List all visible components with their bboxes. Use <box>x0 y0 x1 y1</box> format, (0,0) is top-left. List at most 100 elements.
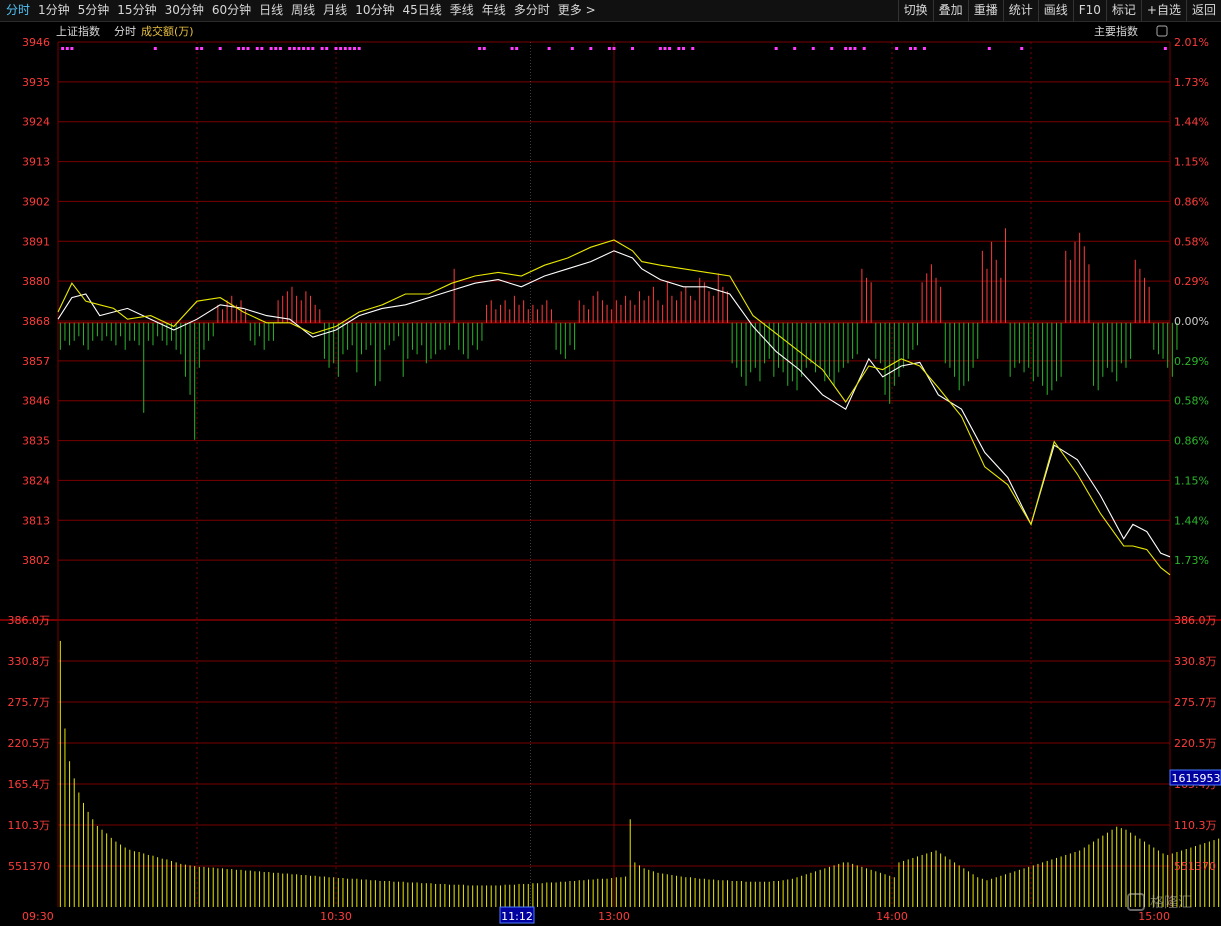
tool-button-4[interactable]: 画线 <box>1037 0 1073 21</box>
toggle-icon[interactable] <box>1156 25 1168 37</box>
signal-marker <box>631 47 635 50</box>
period-tab-14[interactable]: 更多 > <box>554 0 600 21</box>
period-tab-12[interactable]: 年线 <box>478 0 510 21</box>
time-tick: 10:30 <box>320 910 352 923</box>
signal-marker <box>663 47 667 50</box>
volume-tick-left: 165.4万 <box>8 778 51 791</box>
signal-marker <box>65 47 69 50</box>
signal-marker <box>589 47 593 50</box>
period-tab-6[interactable]: 日线 <box>255 0 287 21</box>
signal-marker <box>311 47 315 50</box>
signal-marker <box>774 47 778 50</box>
tool-button-3[interactable]: 统计 <box>1002 0 1038 21</box>
signal-marker <box>357 47 361 50</box>
period-tab-11[interactable]: 季线 <box>446 0 478 21</box>
signal-marker <box>793 47 797 50</box>
period-tab-2[interactable]: 5分钟 <box>74 0 114 21</box>
tool-button-8[interactable]: 返回 <box>1185 0 1221 21</box>
period-tab-3[interactable]: 15分钟 <box>113 0 160 21</box>
signal-marker <box>682 47 685 50</box>
tool-button-2[interactable]: 重播 <box>967 0 1003 21</box>
signal-marker <box>255 47 259 50</box>
signal-marker <box>677 47 681 50</box>
grid <box>0 41 1221 907</box>
tool-button-0[interactable]: 切换 <box>897 0 933 21</box>
signal-marker <box>153 47 157 50</box>
pct-tick-right: 2.01% <box>1174 36 1209 49</box>
pct-tick-right: 0.29% <box>1174 355 1209 368</box>
signal-marker <box>325 47 329 50</box>
signal-marker <box>853 47 857 50</box>
signal-marker <box>343 47 347 50</box>
tool-button-1[interactable]: 叠加 <box>932 0 968 21</box>
volume-tick-left: 386.0万 <box>8 614 51 627</box>
signal-marker <box>241 47 245 50</box>
signal-marker <box>478 47 482 50</box>
signal-marker <box>274 47 278 50</box>
price-tick-left: 3913 <box>22 156 50 169</box>
tool-button-7[interactable]: +自选 <box>1140 0 1186 21</box>
pct-tick-right: 0.00% <box>1174 315 1209 328</box>
signal-marker <box>306 47 310 50</box>
period-tab-10[interactable]: 45日线 <box>398 0 445 21</box>
volume-tick-right: 386.0万 <box>1174 614 1217 627</box>
indicator-label: 成交额(万) <box>141 24 194 38</box>
signal-marker <box>292 47 296 50</box>
signal-marker <box>515 47 519 50</box>
period-tab-13[interactable]: 多分时 <box>510 0 554 21</box>
tool-button-6[interactable]: 标记 <box>1105 0 1141 21</box>
signal-marker <box>1020 47 1024 50</box>
period-tab-8[interactable]: 月线 <box>319 0 351 21</box>
volume-tick-right: 330.8万 <box>1174 655 1217 668</box>
signal-marker <box>987 47 991 50</box>
signal-marker <box>691 47 695 50</box>
period-tab-4[interactable]: 30分钟 <box>161 0 208 21</box>
period-tabs: 分时 1分钟 5分钟 15分钟 30分钟 60分钟 日线 周线 月线 10分钟 45日线 季线 年线 多分… <box>2 0 600 21</box>
intraday-chart[interactable]: 3946 2.01% 3935 1.73% 3924 1.44% 3913 1.15% 3902… <box>0 22 1221 926</box>
price-tick-left: 3835 <box>22 435 50 448</box>
signal-marker <box>246 47 250 50</box>
price-tick-left: 3857 <box>22 355 50 368</box>
watermark: 格隆汇 <box>1127 893 1192 911</box>
period-tab-5[interactable]: 60分钟 <box>208 0 255 21</box>
pct-tick-right: 1.44% <box>1174 116 1209 129</box>
tool-button-5[interactable]: F10 <box>1072 0 1106 21</box>
price-tick-left: 3946 <box>22 36 50 49</box>
axis-labels: 3946 2.01% 3935 1.73% 3924 1.44% 3913 1.15% 3902… <box>8 36 1217 923</box>
signal-marker <box>482 47 486 50</box>
signal-marker <box>612 47 616 50</box>
signal-marker <box>895 47 899 50</box>
volume-tick-left: 220.5万 <box>8 737 51 750</box>
tool-buttons: 切换 叠加 重播 统计 画线 F10 标记 +自选 返回 <box>897 0 1221 21</box>
price-tick-left: 3880 <box>22 275 50 288</box>
signal-marker <box>658 47 662 50</box>
mode-label: 分时 <box>114 25 136 38</box>
signal-marker <box>848 47 852 50</box>
pct-tick-right: 0.58% <box>1174 235 1209 248</box>
period-tab-9[interactable]: 10分钟 <box>351 0 398 21</box>
signal-marker <box>668 47 672 50</box>
signal-marker <box>547 47 551 50</box>
signal-marker <box>909 47 913 50</box>
main-index-label[interactable]: 主要指数 <box>1094 24 1138 38</box>
signal-marker <box>302 47 306 50</box>
volume-tick-left: 110.3万 <box>8 819 51 832</box>
volume-tick-right: 275.7万 <box>1174 696 1217 709</box>
period-tab-7[interactable]: 周线 <box>287 0 319 21</box>
signal-marker <box>830 47 834 50</box>
period-tab-1[interactable]: 1分钟 <box>34 0 74 21</box>
pct-tick-right: 0.29% <box>1174 275 1209 288</box>
signal-marker <box>218 47 222 50</box>
time-tick: 14:00 <box>876 910 908 923</box>
signal-marker <box>195 47 199 50</box>
index-name: 上证指数 <box>56 24 100 38</box>
time-tick: 15:00 <box>1138 910 1170 923</box>
signal-marker <box>922 47 926 50</box>
price-tick-left: 3902 <box>22 195 50 208</box>
period-tab-0[interactable]: 分时 <box>2 0 34 21</box>
signal-marker <box>353 47 357 50</box>
signal-marker <box>334 47 338 50</box>
signal-marker <box>269 47 273 50</box>
time-tick: 13:00 <box>598 910 630 923</box>
signal-markers <box>61 47 1167 50</box>
